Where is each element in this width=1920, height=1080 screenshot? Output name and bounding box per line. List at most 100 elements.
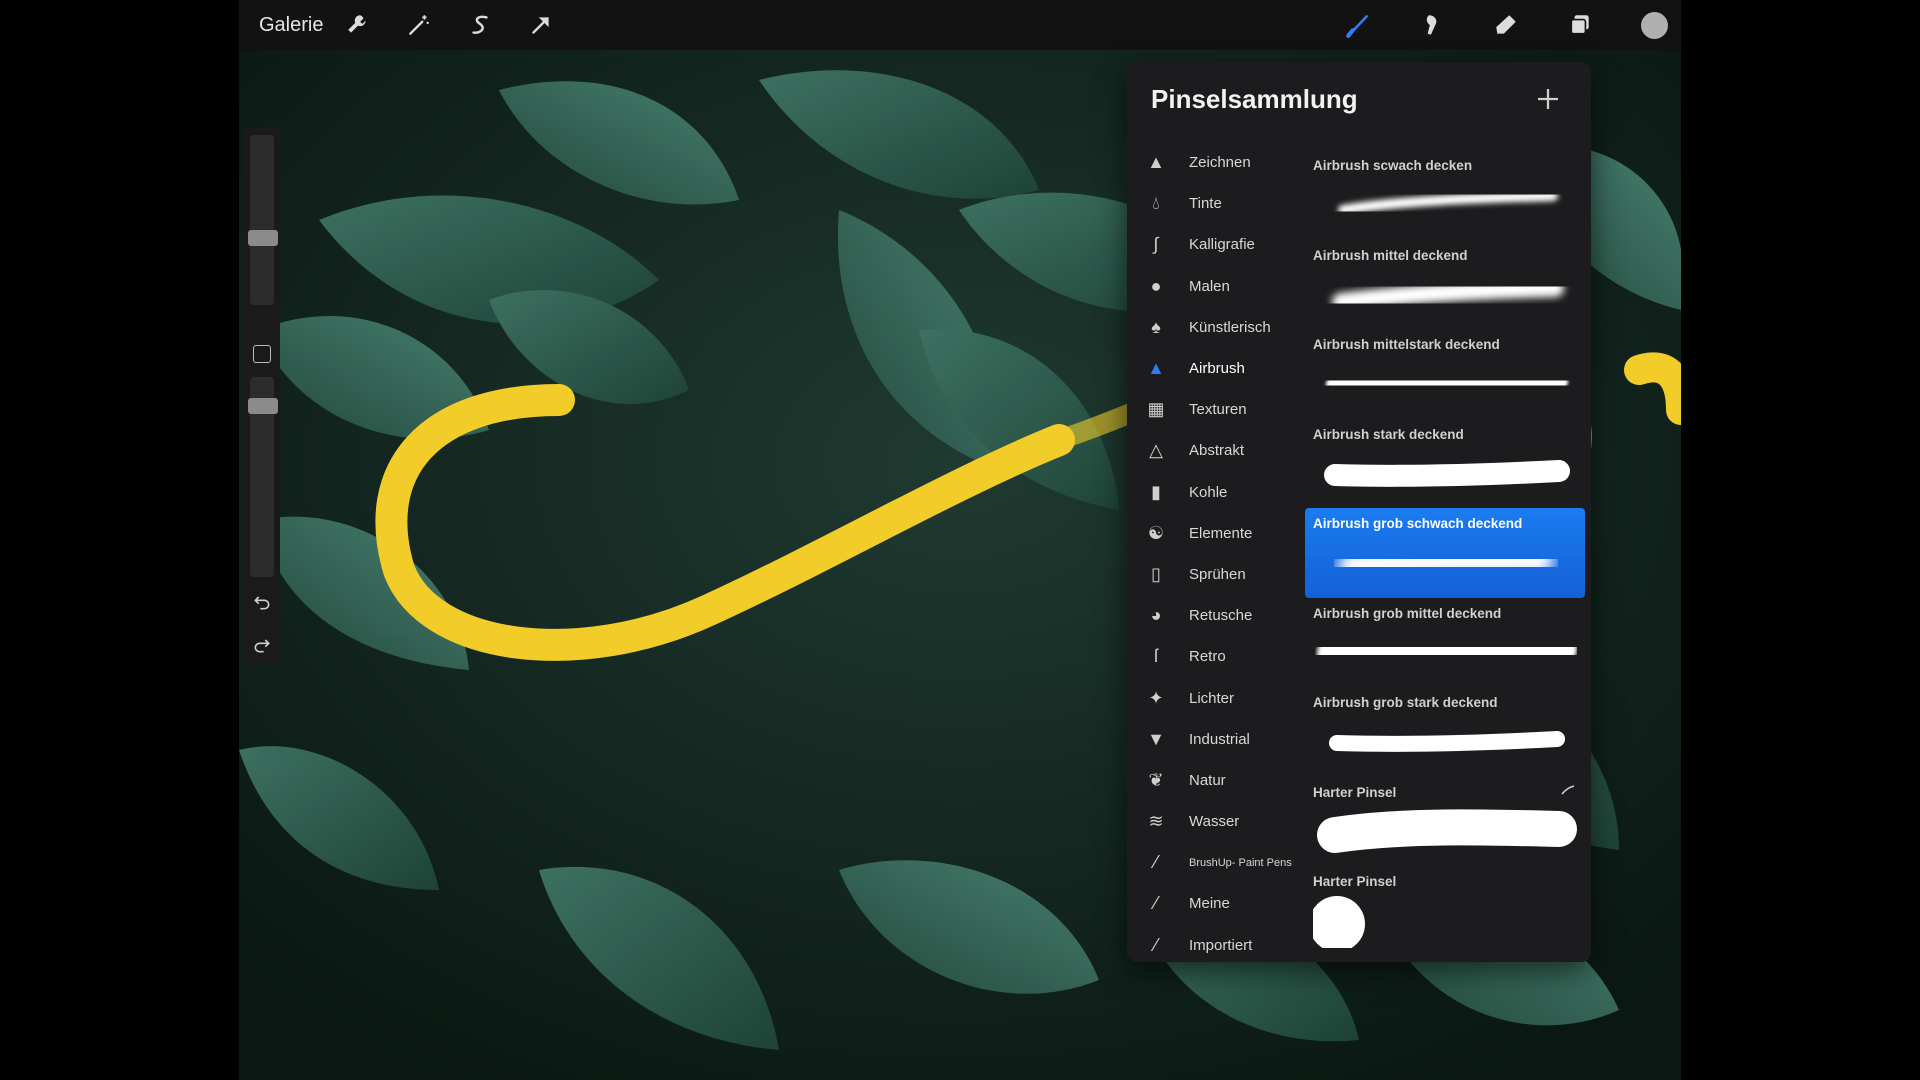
brush-name: Airbrush grob schwach deckend [1313, 516, 1523, 531]
smudge-icon[interactable] [1417, 10, 1447, 40]
category-label: Meine [1189, 895, 1230, 913]
category-kohle[interactable]: ▮ Kohle [1127, 472, 1303, 513]
category-label: Industrial [1189, 730, 1250, 748]
brush-item[interactable]: Airbrush stark deckend [1305, 419, 1585, 509]
brush-item[interactable]: Airbrush grob stark deckend [1305, 687, 1585, 777]
brush-stroke-preview [1313, 801, 1577, 859]
category-zeichnen[interactable]: ▲ Zeichnen [1127, 142, 1303, 183]
category-label: Retusche [1189, 607, 1253, 625]
wrench-icon[interactable] [343, 10, 373, 40]
color-swatch[interactable] [1639, 10, 1669, 40]
waves-icon: ≋ [1148, 811, 1164, 832]
magic-wand-icon[interactable] [404, 10, 434, 40]
category-retusche[interactable]: ◕ Retusche [1127, 595, 1303, 636]
procreate-app: Galerie Pinselsammlung ▲ Zeichnen 💧︎ Tin… [239, 0, 1681, 1080]
brush-stroke-preview [1313, 443, 1577, 501]
category-texturen[interactable]: ▦ Texturen [1127, 389, 1303, 430]
brush-stroke-preview [1313, 532, 1577, 590]
brush-item[interactable]: Harter Pinsel [1305, 777, 1585, 867]
leaf-icon: ❦ [1148, 769, 1164, 790]
redo-icon[interactable] [252, 635, 272, 655]
category-industrial[interactable]: ▼ Industrial [1127, 719, 1303, 760]
category-label: Kalligrafie [1189, 236, 1255, 254]
category-airbrush[interactable]: ▲ Airbrush [1127, 348, 1303, 389]
category-kuenstlerisch[interactable]: ♠ Künstlerisch [1127, 307, 1303, 348]
retro-icon: ſ [1154, 646, 1158, 667]
retouch-icon: ◕ [1150, 605, 1162, 626]
category-label: Airbrush [1189, 360, 1245, 378]
brush-item[interactable]: Harter Pinsel [1305, 866, 1585, 956]
category-importiert[interactable]: ⁄ Importiert [1127, 925, 1303, 966]
category-label: Tinte [1189, 195, 1222, 213]
custom-brush-icon: ⁄ [1154, 852, 1158, 873]
panel-title: Pinselsammlung [1151, 84, 1358, 114]
edited-brush-icon [1561, 784, 1575, 795]
custom-brush-icon: ⁄ [1154, 934, 1158, 955]
brush-name: Airbrush scwach decken [1313, 158, 1473, 173]
brush-item[interactable]: Airbrush grob mittel deckend [1305, 598, 1585, 688]
top-toolbar: Galerie [239, 0, 1681, 50]
category-retro[interactable]: ſ Retro [1127, 636, 1303, 677]
category-label: Natur [1189, 771, 1226, 789]
category-malen[interactable]: ● Malen [1127, 266, 1303, 307]
opacity-thumb[interactable] [248, 398, 278, 414]
calligraphy-icon: ∫ [1153, 234, 1159, 255]
category-label: Lichter [1189, 689, 1235, 707]
brush-name: Harter Pinsel [1313, 874, 1397, 889]
category-brushup-paint-pens[interactable]: ⁄ BrushUp- Paint Pens [1127, 842, 1303, 883]
brush-item[interactable]: Airbrush mittel deckend [1305, 240, 1585, 330]
gallery-button[interactable]: Galerie [259, 14, 323, 37]
category-natur[interactable]: ❦ Natur [1127, 760, 1303, 801]
transform-arrow-icon[interactable] [526, 10, 556, 40]
brush-name: Harter Pinsel [1313, 784, 1397, 800]
brush-stroke-preview [1309, 890, 1577, 952]
current-color-circle [1640, 11, 1668, 39]
category-label: Abstrakt [1189, 442, 1245, 460]
selection-icon[interactable] [465, 10, 495, 40]
brush-name: Airbrush mittel deckend [1313, 247, 1468, 263]
modify-button[interactable] [253, 345, 271, 363]
left-sidebar [244, 127, 280, 665]
category-abstrakt[interactable]: △ Abstrakt [1127, 430, 1303, 471]
category-label: Retro [1189, 648, 1226, 666]
brush-size-slider[interactable] [250, 135, 274, 305]
brush-stroke-preview [1313, 711, 1577, 769]
ink-drop-icon: 💧︎ [1152, 193, 1160, 214]
eraser-icon[interactable] [1491, 10, 1521, 40]
pencil-icon: ▲ [1147, 152, 1165, 173]
category-label: Künstlerisch [1189, 318, 1271, 336]
category-wasser[interactable]: ≋ Wasser [1127, 801, 1303, 842]
category-elemente[interactable]: ☯ Elemente [1127, 513, 1303, 554]
category-label: Sprühen [1189, 565, 1246, 583]
undo-icon[interactable] [252, 592, 272, 612]
category-meine[interactable]: ⁄ Meine [1127, 883, 1303, 924]
brush-name: Airbrush grob stark deckend [1313, 695, 1498, 710]
category-label: Elemente [1189, 524, 1253, 542]
anvil-icon: ▼ [1147, 728, 1165, 749]
paint-drop-icon: ● [1150, 275, 1162, 296]
spray-can-icon: ▯ [1151, 563, 1161, 584]
sparkle-icon: ✦ [1148, 687, 1164, 708]
category-label: Texturen [1189, 401, 1247, 419]
add-brush-set-button[interactable] [1533, 84, 1563, 114]
category-kalligrafie[interactable]: ∫ Kalligrafie [1127, 224, 1303, 265]
brush-item[interactable]: Airbrush mittelstark deckend [1305, 329, 1585, 419]
texture-icon: ▦ [1147, 399, 1165, 420]
category-label: BrushUp- Paint Pens [1189, 856, 1292, 869]
brush-stroke-preview [1313, 264, 1577, 322]
category-spruehen[interactable]: ▯ Sprühen [1127, 554, 1303, 595]
brush-name: Airbrush mittelstark deckend [1313, 337, 1500, 352]
brush-item[interactable]: Airbrush scwach decken [1305, 150, 1585, 240]
brush-size-thumb[interactable] [248, 230, 278, 246]
category-label: Malen [1189, 277, 1230, 295]
category-lichter[interactable]: ✦ Lichter [1127, 677, 1303, 718]
brush-name: Airbrush stark deckend [1313, 426, 1464, 442]
brush-name: Airbrush grob mittel deckend [1313, 605, 1502, 621]
category-label: Kohle [1189, 483, 1228, 501]
layers-icon[interactable] [1565, 10, 1595, 40]
brush-item-selected[interactable]: Airbrush grob schwach deckend [1305, 508, 1585, 598]
category-tinte[interactable]: 💧︎ Tinte [1127, 183, 1303, 224]
category-label: Zeichnen [1189, 154, 1251, 172]
category-label: Importiert [1189, 936, 1253, 954]
brush-icon[interactable] [1343, 10, 1373, 40]
